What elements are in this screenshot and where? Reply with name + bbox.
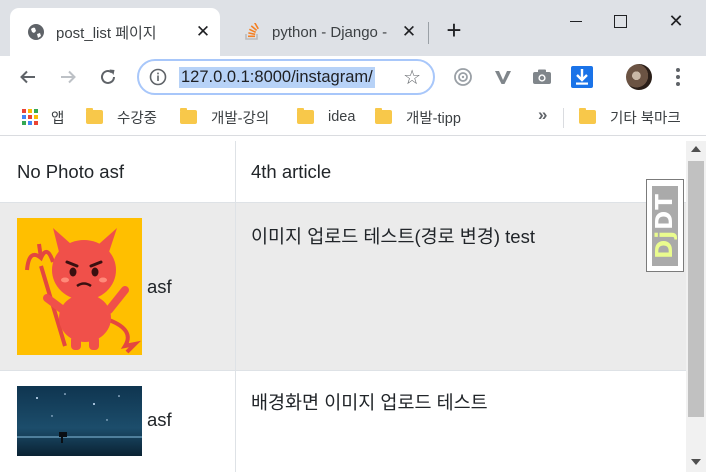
new-tab-button[interactable]: + (441, 17, 467, 44)
tab-stackoverflow[interactable]: python - Django - ✕ (226, 8, 426, 56)
bookmarks-bar: 앱 수강중 개발-강의 idea 개발-tipp » 기타 북마크 (0, 98, 706, 136)
folder-icon (180, 108, 197, 124)
djdt-suffix: DT (652, 193, 679, 230)
globe-icon (28, 24, 44, 40)
download-icon[interactable] (571, 66, 593, 88)
url-text[interactable]: 127.0.0.1:8000/instagram/ (179, 67, 375, 88)
post-message: 이미지 업로드 테스트(경로 변경) test (251, 226, 535, 247)
folder-icon (375, 108, 392, 124)
post-message: 4th article (251, 161, 332, 182)
folder-icon (579, 108, 596, 124)
window-close-button[interactable]: ✕ (656, 6, 696, 36)
bookmark-folder[interactable]: 수강중 (86, 106, 157, 128)
forward-arrow-icon (61, 70, 76, 84)
night-sky-image (17, 386, 142, 456)
table-cell: 배경화면 이미지 업로드 테스트 (236, 371, 686, 472)
address-bar[interactable]: 127.0.0.1:8000/instagram/ ☆ (137, 59, 435, 95)
close-tab-icon[interactable]: ✕ (192, 21, 214, 43)
bookmark-label: 앱 (51, 110, 65, 127)
tab-title: python - Django - (272, 23, 388, 41)
table-cell: asf (0, 203, 236, 370)
close-tab-icon[interactable]: ✕ (398, 21, 420, 43)
camera-graphic (533, 69, 551, 84)
browser-toolbar: 127.0.0.1:8000/instagram/ ☆ (0, 56, 706, 98)
back-button[interactable] (13, 62, 43, 92)
bookmark-label: 개발-강의 (211, 110, 270, 127)
reload-icon (101, 69, 115, 84)
post-message: 배경화면 이미지 업로드 테스트 (251, 392, 488, 413)
bookmark-other-folder[interactable]: 기타 북마크 (579, 106, 681, 128)
folder-icon (86, 108, 103, 124)
tab-separator (428, 22, 429, 44)
bookmark-label: 기타 북마크 (610, 110, 681, 127)
bookmark-folder[interactable]: 개발-tipp (375, 106, 461, 128)
bookmark-folder[interactable]: 개발-강의 (180, 106, 269, 128)
table-row: asf 배경화면 이미지 업로드 테스트 (0, 370, 686, 472)
back-arrow-icon (20, 70, 35, 84)
author-name: asf (147, 409, 172, 430)
bookmark-label: 수강중 (117, 110, 158, 127)
reload-button[interactable] (93, 62, 123, 92)
devil-character-image (17, 218, 142, 355)
author-name: asf (147, 276, 172, 297)
bookmark-label: idea (328, 109, 356, 125)
bookmarks-separator (563, 108, 564, 128)
tab-strip: post_list 페이지 ✕ python - Django - ✕ + ✕ (0, 0, 706, 56)
vimeo-v-icon[interactable] (492, 66, 514, 88)
tab-title: post_list 페이지 (56, 24, 157, 42)
djdt-prefix: Dj (652, 229, 679, 259)
scrollbar-thumb[interactable] (688, 161, 704, 417)
table-row: asf 이미지 업로드 테스트(경로 변경) test (0, 202, 686, 370)
table-cell: 4th article (236, 141, 686, 202)
info-icon[interactable] (149, 68, 167, 86)
target-icon[interactable] (452, 66, 474, 88)
target-icon-graphic (454, 68, 472, 86)
table-row: No Photo asf 4th article (0, 141, 686, 202)
table-cell: No Photo asf (0, 141, 236, 202)
browser-menu-icon[interactable] (668, 64, 688, 90)
v-shape-graphic (495, 71, 511, 84)
profile-avatar[interactable] (626, 64, 652, 90)
folder-icon (297, 108, 314, 124)
tab-post-list[interactable]: post_list 페이지 ✕ (10, 8, 220, 56)
author-label: No Photo asf (17, 161, 124, 182)
bookmarks-overflow-chevron-icon[interactable]: » (538, 105, 547, 125)
download-graphic (571, 66, 593, 88)
djdt-label: DjDT (652, 193, 678, 259)
bookmark-apps[interactable]: 앱 (22, 106, 64, 128)
apps-grid-icon (22, 109, 38, 125)
vertical-scrollbar[interactable] (686, 141, 706, 472)
bookmark-folder[interactable]: idea (297, 106, 355, 128)
maximize-button[interactable] (600, 6, 640, 36)
table-cell: asf (0, 371, 236, 472)
minimize-button[interactable] (556, 6, 596, 36)
camera-icon[interactable] (531, 66, 553, 88)
django-debug-toolbar-handle[interactable]: DjDT (646, 179, 684, 272)
scroll-up-arrow-icon[interactable] (691, 146, 701, 152)
scroll-down-arrow-icon[interactable] (691, 459, 701, 465)
stackoverflow-icon (245, 23, 259, 40)
djdt-label-box: DjDT (652, 186, 678, 266)
table-cell: 이미지 업로드 테스트(경로 변경) test (236, 203, 686, 370)
bookmark-star-icon[interactable]: ☆ (403, 65, 421, 90)
forward-button[interactable] (53, 62, 83, 92)
bookmark-label: 개발-tipp (406, 110, 461, 127)
page-viewport: No Photo asf 4th article asf 이미지 업로드 테스트… (0, 141, 686, 472)
